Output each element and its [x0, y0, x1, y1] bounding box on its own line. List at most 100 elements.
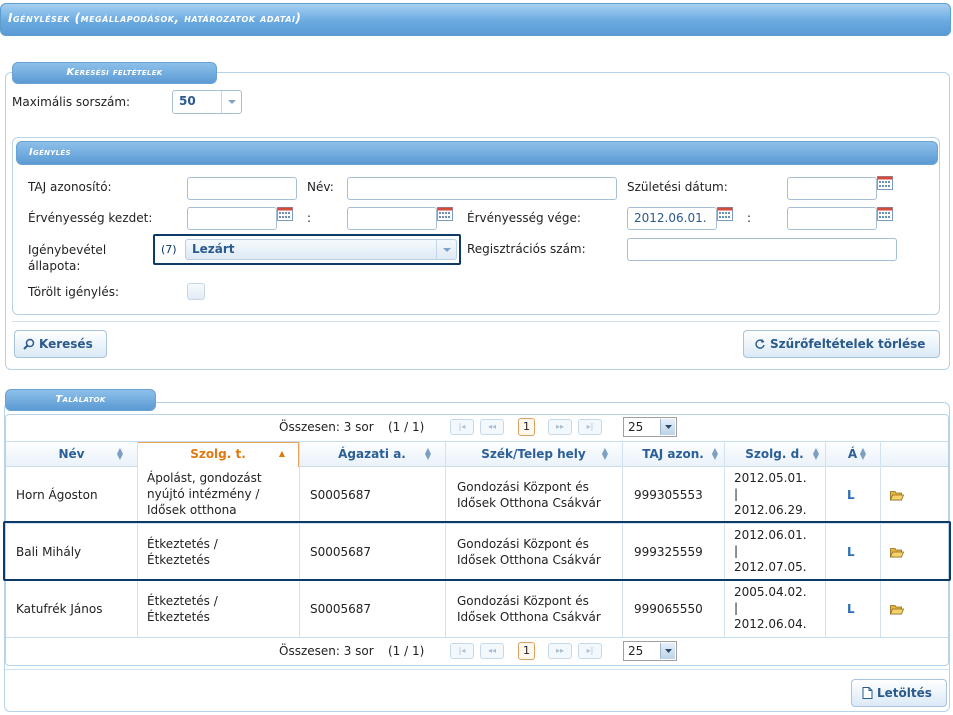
- pager-top: Összesen: 3 sor (1 / 1) |◂ ◂◂ 1 ▸▸ ▸| 25: [5, 414, 949, 440]
- taj-label: TAJ azonosító:: [28, 180, 112, 194]
- status-value: Lezárt: [192, 242, 235, 256]
- calendar-icon[interactable]: [877, 176, 893, 190]
- column-header-taj[interactable]: TAJ azon. ▲ ▼: [622, 441, 724, 467]
- folder-open-icon[interactable]: [890, 490, 904, 501]
- range-separator: :: [747, 211, 752, 225]
- max-rows-value: 50: [179, 94, 196, 108]
- prev-page-button[interactable]: ◂◂: [480, 643, 504, 659]
- cell-taj: 999305553: [634, 488, 703, 502]
- page-size-value: 25: [628, 420, 644, 434]
- column-header-service-type-label: Szolg. t.: [190, 447, 246, 461]
- results-tab: Találatok: [5, 389, 156, 411]
- next-page-button[interactable]: ▸▸: [548, 643, 572, 659]
- cell-status[interactable]: L: [847, 487, 855, 503]
- column-header-service-type[interactable]: Szolg. t. ▲: [137, 441, 299, 467]
- cell-date-to: 2012.06.29.: [734, 503, 807, 517]
- validity-end-to-input[interactable]: [787, 207, 877, 230]
- calendar-icon[interactable]: [877, 207, 893, 221]
- cell-date-sep: |: [734, 601, 739, 615]
- cell-taj: 999065550: [634, 602, 703, 616]
- column-header-status[interactable]: Á ▲ ▼: [825, 441, 880, 467]
- pager-page-info: (1 / 1): [388, 420, 425, 434]
- sort-icon: ▲ ▼: [424, 446, 431, 461]
- registration-number-input[interactable]: [627, 238, 897, 261]
- cell-site: Gondozási Központ és Idősek Otthona Csák…: [457, 594, 601, 624]
- table-row[interactable]: Katufrék János Étkeztetés / Étkeztetés S…: [6, 581, 948, 638]
- clear-filters-button[interactable]: Szűrőfeltételek törlése: [743, 330, 940, 358]
- folder-open-icon[interactable]: [890, 604, 904, 615]
- column-header-taj-label: TAJ azon.: [642, 447, 704, 461]
- cell-date-to: 2012.06.04.: [734, 617, 807, 631]
- download-button-label: Letöltés: [877, 686, 932, 700]
- page-size-select[interactable]: 25: [623, 417, 677, 437]
- search-button[interactable]: Keresés: [14, 330, 107, 358]
- last-page-button[interactable]: ▸|: [578, 419, 602, 435]
- calendar-icon[interactable]: [437, 207, 453, 221]
- clear-filters-label: Szűrőfeltételek törlése: [770, 337, 926, 351]
- column-header-sector-id[interactable]: Ágazati a. ▲ ▼: [299, 441, 445, 467]
- selected-row-highlight: [3, 521, 951, 581]
- divider: [12, 321, 940, 322]
- last-page-button[interactable]: ▸|: [578, 643, 602, 659]
- page-number[interactable]: 1: [518, 642, 535, 660]
- magnifier-icon: [23, 338, 35, 350]
- first-page-button[interactable]: |◂: [450, 643, 474, 659]
- page-number[interactable]: 1: [518, 418, 535, 436]
- pager-summary: Összesen: 3 sor: [279, 420, 374, 434]
- max-rows-select[interactable]: 50: [172, 90, 242, 114]
- sort-icon: ▲ ▼: [711, 446, 718, 461]
- status-dropdown-box: Lezárt: [185, 239, 457, 260]
- cell-name: Katufrék János: [16, 602, 103, 616]
- birth-date-input[interactable]: [787, 177, 877, 200]
- status-count: (7): [161, 243, 177, 256]
- first-page-button[interactable]: |◂: [450, 419, 474, 435]
- refresh-icon: [755, 339, 765, 349]
- sort-icon: ▲ ▼: [812, 446, 819, 461]
- name-input[interactable]: [347, 177, 617, 200]
- cell-service-type: Étkeztetés / Étkeztetés: [147, 594, 218, 624]
- download-button[interactable]: Letöltés: [851, 679, 947, 707]
- taj-input[interactable]: [187, 177, 297, 200]
- column-header-name[interactable]: Név ▲ ▼: [6, 441, 137, 467]
- calendar-icon[interactable]: [717, 207, 733, 221]
- chevron-down-icon: [660, 643, 675, 659]
- page-title: Igénylések (megállapodások, határozatok …: [8, 11, 302, 25]
- validity-start-from-input[interactable]: [187, 207, 277, 230]
- name-label: Név:: [307, 180, 334, 194]
- sort-icon: ▲ ▼: [859, 446, 866, 461]
- page-size-value: 25: [628, 644, 644, 658]
- divider: [5, 669, 949, 670]
- column-header-service-date-label: Szolg. d.: [745, 447, 804, 461]
- calendar-icon[interactable]: [277, 207, 293, 221]
- sort-icon: ▲ ▼: [116, 446, 123, 461]
- column-header-service-date[interactable]: Szolg. d. ▲ ▼: [724, 441, 825, 467]
- cell-service-type: Ápolást, gondozást nyújtó intézmény / Id…: [147, 471, 262, 517]
- cell-status[interactable]: L: [847, 601, 855, 617]
- page-size-select[interactable]: 25: [623, 641, 677, 661]
- column-header-site[interactable]: Szék/Telep hely ▲ ▼: [445, 441, 622, 467]
- deleted-claim-label: Törölt igénylés:: [28, 285, 120, 299]
- search-criteria-tab: Keresési feltételek: [12, 62, 217, 84]
- validity-start-label: Érvényesség kezdet:: [28, 211, 153, 225]
- validity-end-label: Érvényesség vége:: [467, 211, 581, 225]
- column-header-status-label: Á: [847, 447, 858, 461]
- claim-tab: Igénylés: [16, 141, 938, 165]
- search-button-label: Keresés: [39, 337, 93, 351]
- prev-page-button[interactable]: ◂◂: [480, 419, 504, 435]
- cell-name: Horn Ágoston: [16, 488, 98, 502]
- cell-date-sep: |: [734, 487, 739, 501]
- status-label: Igénybevétel állapota:: [28, 243, 107, 273]
- next-page-button[interactable]: ▸▸: [548, 419, 572, 435]
- validity-end-from-input[interactable]: 2012.06.01.: [627, 207, 717, 230]
- column-header-site-label: Szék/Telep hely: [481, 447, 586, 461]
- column-header-name-label: Név: [58, 447, 85, 461]
- chevron-down-icon: [660, 419, 675, 435]
- cell-sector-id: S0005687: [310, 602, 372, 616]
- chevron-down-icon: [221, 91, 241, 113]
- validity-start-to-input[interactable]: [347, 207, 437, 230]
- table-row[interactable]: Horn Ágoston Ápolást, gondozást nyújtó i…: [6, 467, 948, 524]
- chevron-down-icon: [436, 240, 456, 259]
- deleted-claim-checkbox[interactable]: [187, 283, 205, 300]
- cell-sector-id: S0005687: [310, 488, 372, 502]
- status-select[interactable]: (7) Lezárt: [153, 234, 461, 265]
